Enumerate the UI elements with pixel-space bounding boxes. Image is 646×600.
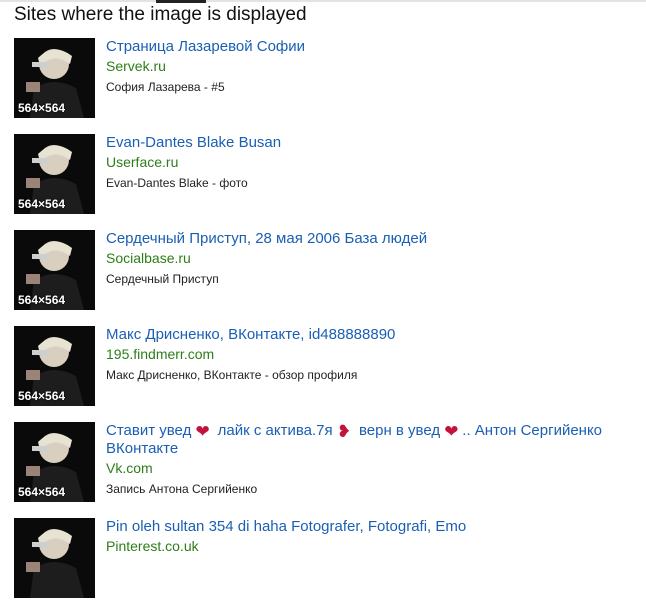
title-part: Ставит увед bbox=[106, 422, 196, 439]
title-part: лайк с актива.7я bbox=[213, 422, 337, 439]
red-heart-icon: ❤ bbox=[444, 422, 459, 441]
result-item: 564×564 Страница Лазаревой Софии Servek.… bbox=[14, 38, 646, 120]
result-item: 564×564 Макс Дрисненко, ВКонтакте, id488… bbox=[14, 326, 646, 408]
result-title-link[interactable]: Pin oleh sultan 354 di haha Fotografer, … bbox=[106, 518, 646, 536]
thumbnail-size: 564×564 bbox=[18, 485, 66, 499]
result-description: Evan-Dantes Blake - фото bbox=[106, 176, 248, 190]
result-thumbnail[interactable] bbox=[14, 518, 95, 598]
result-title-link[interactable]: Сердечный Приступ, 28 мая 2006 База люде… bbox=[106, 230, 646, 248]
result-title-link[interactable]: Макс Дрисненко, ВКонтакте, id488888890 bbox=[106, 326, 646, 344]
broken-heart-icon: ❥ bbox=[336, 422, 352, 441]
result-title-link[interactable]: Ставит увед ❤ лайк с актива.7я ❥ верн в … bbox=[106, 422, 646, 458]
result-title-link[interactable]: Страница Лазаревой Софии bbox=[106, 38, 646, 56]
active-tab-indicator bbox=[156, 0, 206, 3]
red-heart-icon: ❤ bbox=[195, 422, 210, 441]
result-item: Pin oleh sultan 354 di haha Fotografer, … bbox=[14, 518, 646, 600]
result-description: София Лазарева - #5 bbox=[106, 80, 225, 94]
result-title-link[interactable]: Evan-Dantes Blake Busan bbox=[106, 134, 646, 152]
result-description: Сердечный Приступ bbox=[106, 272, 219, 286]
result-site[interactable]: Socialbase.ru bbox=[106, 250, 191, 266]
thumbnail-photo bbox=[14, 518, 95, 598]
result-item: 564×564 Сердечный Приступ, 28 мая 2006 Б… bbox=[14, 230, 646, 312]
result-thumbnail[interactable]: 564×564 bbox=[14, 422, 95, 502]
result-description: Макс Дрисненко, ВКонтакте - обзор профил… bbox=[106, 368, 358, 382]
result-site[interactable]: Pinterest.co.uk bbox=[106, 538, 199, 554]
result-site[interactable]: 195.findmerr.com bbox=[106, 346, 214, 362]
title-part: верн в увед bbox=[354, 422, 445, 439]
thumbnail-size: 564×564 bbox=[18, 293, 66, 307]
thumbnail-size: 564×564 bbox=[18, 101, 66, 115]
result-site[interactable]: Userface.ru bbox=[106, 154, 178, 170]
result-description: Запись Антона Сергийенко bbox=[106, 482, 258, 496]
result-thumbnail[interactable]: 564×564 bbox=[14, 230, 95, 310]
thumbnail-size: 564×564 bbox=[18, 389, 66, 403]
result-site[interactable]: Servek.ru bbox=[106, 58, 166, 74]
result-thumbnail[interactable]: 564×564 bbox=[14, 134, 95, 214]
result-item: 564×564 Evan-Dantes Blake Busan Userface… bbox=[14, 134, 646, 216]
result-thumbnail[interactable]: 564×564 bbox=[14, 38, 95, 118]
result-thumbnail[interactable]: 564×564 bbox=[14, 326, 95, 406]
result-item: 564×564 Ставит увед ❤ лайк с актива.7я ❥… bbox=[14, 422, 646, 504]
result-site[interactable]: Vk.com bbox=[106, 460, 153, 476]
thumbnail-size: 564×564 bbox=[18, 197, 66, 211]
top-divider bbox=[0, 0, 646, 2]
section-heading: Sites where the image is displayed bbox=[14, 4, 307, 25]
